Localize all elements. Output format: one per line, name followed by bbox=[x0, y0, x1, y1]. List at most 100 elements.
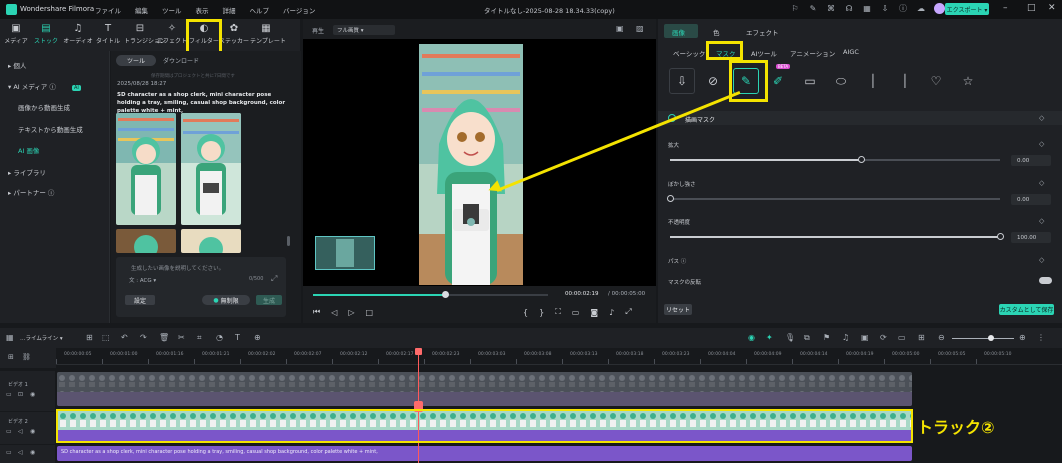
menu-version[interactable]: バージョン bbox=[283, 5, 315, 15]
mark-in-icon[interactable]: { bbox=[523, 308, 528, 317]
image-icon[interactable]: ▨ bbox=[636, 24, 644, 33]
tab-sticker[interactable]: ✿ ステッカー bbox=[218, 23, 250, 45]
folder-icon[interactable]: ▭ bbox=[6, 449, 12, 456]
clip-caption[interactable]: SD character as a shop clerk, mini chara… bbox=[57, 446, 912, 461]
eye-icon[interactable]: ◉ bbox=[30, 449, 35, 456]
heart-icon[interactable]: ♡ bbox=[923, 68, 949, 94]
prompt-input[interactable]: 生成したい画像を説明してください。 bbox=[131, 264, 224, 272]
save-custom-button[interactable]: カスタムとして保存 bbox=[999, 304, 1054, 315]
menu-help[interactable]: ヘルプ bbox=[250, 5, 270, 15]
close-icon[interactable]: ✕ bbox=[1048, 3, 1056, 13]
reset-button[interactable]: リセット bbox=[664, 304, 692, 315]
download-icon[interactable]: ⇩ bbox=[880, 4, 890, 14]
info-icon[interactable]: ⓘ bbox=[898, 4, 908, 14]
zoom-slider-track[interactable] bbox=[952, 338, 1014, 339]
eye-icon[interactable]: ◉ bbox=[30, 428, 35, 435]
screen-icon[interactable]: ▭ bbox=[898, 333, 906, 342]
subtab-ai-tools[interactable]: AIツール bbox=[751, 48, 777, 58]
tab-media[interactable]: ▣ メディア bbox=[0, 23, 32, 45]
progress-handle[interactable] bbox=[441, 291, 449, 298]
free-badge[interactable]: ● 無制限 bbox=[202, 295, 250, 305]
generated-image-1[interactable] bbox=[116, 113, 176, 225]
menu-tools[interactable]: ツール bbox=[162, 5, 182, 15]
tab-image[interactable]: 画像 bbox=[672, 27, 685, 37]
mark-out-icon[interactable]: } bbox=[539, 308, 544, 317]
stop-icon[interactable]: □ bbox=[366, 308, 374, 317]
keyframe-icon[interactable]: ◇ bbox=[1039, 179, 1044, 187]
circle-slash-icon[interactable]: ⊘ bbox=[700, 68, 726, 94]
zoom-slider-handle[interactable] bbox=[988, 335, 994, 341]
sidebar-item-image-to-video[interactable]: 画像から動画生成 bbox=[18, 102, 70, 112]
keyframe-icon[interactable]: ◇ bbox=[1039, 114, 1044, 122]
pip-icon[interactable]: ▣ bbox=[861, 333, 869, 342]
ellipse-icon[interactable]: ⬭ bbox=[828, 68, 854, 94]
undo-icon[interactable]: ↶ bbox=[121, 333, 128, 342]
crop-icon[interactable]: ⌗ bbox=[197, 333, 202, 343]
blur-slider-track[interactable] bbox=[670, 198, 1000, 200]
menu-view[interactable]: 表示 bbox=[196, 5, 209, 15]
menu-edit[interactable]: 編集 bbox=[135, 5, 148, 15]
keyframe-icon[interactable]: ◇ bbox=[1039, 256, 1044, 264]
tag-icon[interactable]: ⌘ bbox=[826, 4, 836, 14]
playhead-marker[interactable] bbox=[415, 348, 422, 355]
zoom-out-icon[interactable]: ⊖ bbox=[938, 333, 945, 342]
subtab-aigc[interactable]: AIGC bbox=[843, 48, 859, 56]
headset-icon[interactable]: ☊ bbox=[844, 4, 854, 14]
motion-icon[interactable]: ⟳ bbox=[880, 333, 887, 342]
tab-tool[interactable]: ツール bbox=[116, 55, 156, 66]
more-icon[interactable]: ⋮ bbox=[1037, 333, 1045, 342]
subtab-basic[interactable]: ベーシック bbox=[673, 48, 705, 58]
opacity-value[interactable]: 100.00 bbox=[1011, 232, 1051, 243]
keyframe-icon[interactable]: ◇ bbox=[1039, 217, 1044, 225]
sidebar-item-partner[interactable]: ▸ パートナー ⓘ bbox=[8, 187, 54, 197]
snap-icon[interactable]: ⧉ bbox=[804, 333, 810, 343]
add-track-icon[interactable]: ⊞ bbox=[8, 353, 14, 361]
scale-slider-handle[interactable] bbox=[858, 156, 866, 163]
brush-mask-icon[interactable]: ✐ bbox=[765, 68, 791, 94]
rectangle-icon[interactable]: ▭ bbox=[797, 68, 823, 94]
camera-icon[interactable]: ◙ bbox=[590, 308, 598, 317]
ai-icon[interactable]: ✦ bbox=[766, 333, 773, 342]
split-icon[interactable]: ✂ bbox=[178, 333, 185, 342]
audio-icon[interactable]: ♫ bbox=[842, 333, 849, 342]
line-icon[interactable]: │ bbox=[892, 68, 918, 94]
zoom-icon[interactable]: ⊕ bbox=[254, 333, 261, 342]
minimize-icon[interactable]: – bbox=[1003, 3, 1008, 13]
audio-track-icon[interactable]: ◁ bbox=[18, 428, 23, 435]
tab-transition[interactable]: ⊟ トランジション bbox=[124, 23, 166, 45]
style-dropdown[interactable]: 文 : ACG ▾ bbox=[129, 276, 156, 284]
video-canvas[interactable] bbox=[303, 39, 656, 286]
generated-image-3[interactable] bbox=[116, 229, 176, 253]
grid-icon[interactable]: ▦ bbox=[862, 4, 872, 14]
prompt-input-area[interactable]: 生成したい画像を説明してください。 文 : ACG ▾ 0/500 ⤢ bbox=[116, 257, 286, 317]
tab-download[interactable]: ダウンロード bbox=[159, 55, 203, 66]
tab-effect[interactable]: ✧ エフェクト bbox=[156, 23, 188, 45]
clip-track1[interactable] bbox=[57, 372, 912, 406]
prev-frame-icon[interactable]: ⏮ bbox=[313, 307, 320, 317]
tab-title[interactable]: T タイトル bbox=[92, 23, 124, 45]
folder-icon[interactable]: ▭ bbox=[6, 428, 12, 435]
text-icon[interactable]: T bbox=[235, 333, 240, 342]
folder-icon[interactable]: ▭ bbox=[6, 391, 12, 398]
select-icon[interactable]: ⬚ bbox=[102, 333, 110, 342]
delete-icon[interactable]: 🗑 bbox=[159, 333, 169, 342]
play-icon[interactable]: ▷ bbox=[348, 308, 354, 317]
avatar[interactable] bbox=[934, 3, 945, 14]
snapshot-icon[interactable]: ▣ bbox=[616, 24, 624, 33]
import-mask-icon[interactable]: ⇩ bbox=[669, 68, 695, 94]
content-scrollbar[interactable] bbox=[287, 236, 290, 246]
tab-stock[interactable]: ▤ ストック bbox=[30, 23, 62, 45]
sidebar-item-personal[interactable]: ▸ 個人 bbox=[8, 60, 26, 70]
render-icon[interactable]: ◉ bbox=[748, 333, 755, 342]
generated-image-4[interactable] bbox=[181, 229, 241, 253]
tab-template[interactable]: ▦ テンプレート bbox=[250, 23, 286, 45]
subtab-animation[interactable]: アニメーション bbox=[790, 48, 835, 58]
volume-icon[interactable]: ♪ bbox=[609, 308, 614, 317]
marker-icon[interactable]: ⚑ bbox=[823, 333, 830, 342]
settings-button[interactable]: 設定 bbox=[125, 295, 155, 305]
maximize-icon[interactable]: □ bbox=[1027, 3, 1036, 13]
generate-button[interactable]: 生成 bbox=[256, 295, 282, 305]
timeline-dropdown[interactable]: …ライムライン ▾ bbox=[20, 334, 63, 342]
brush-icon[interactable]: ✎ bbox=[808, 4, 818, 14]
lock-icon[interactable]: ⊡ bbox=[18, 391, 23, 398]
